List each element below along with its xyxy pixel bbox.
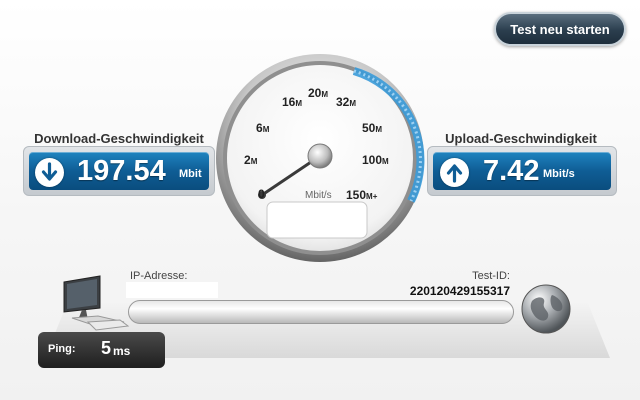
ip-address-label: IP-Adresse: — [130, 270, 188, 282]
connection-tube — [128, 300, 514, 324]
upload-speed-value: 7.42 — [483, 155, 540, 187]
gauge-tick-6m: 6M — [256, 121, 270, 135]
download-panel: 197.54 Mbit — [23, 146, 215, 196]
upload-title: Upload-Geschwindigkeit — [445, 131, 597, 146]
arrow-up-icon — [440, 158, 469, 187]
ping-box: Ping: 5 ms — [38, 332, 165, 368]
test-id-value: 220120429155317 — [409, 284, 510, 298]
test-id-label: Test-ID: — [472, 270, 510, 282]
computer-icon — [58, 272, 132, 334]
globe-icon — [520, 283, 572, 335]
gauge-tick-20m: 20M — [308, 86, 329, 100]
download-title: Download-Geschwindigkeit — [34, 131, 204, 146]
arrow-down-icon — [35, 158, 64, 187]
restart-test-button[interactable]: Test neu starten — [494, 12, 626, 46]
gauge-tick-50m: 50M — [362, 121, 383, 135]
upload-panel: 7.42 Mbit/s — [427, 146, 617, 196]
gauge-tick-0: 0 — [258, 187, 265, 201]
restart-test-label: Test neu starten — [510, 21, 610, 37]
ping-unit: ms — [113, 344, 131, 358]
gauge-tick-2m: 2M — [244, 153, 258, 167]
gauge-tick-100m: 100M — [362, 153, 389, 167]
ip-address-value — [126, 282, 218, 298]
upload-speed-unit: Mbit/s — [543, 168, 575, 180]
gauge-tick-150m: 150M+ — [346, 188, 378, 202]
gauge-unit-label: Mbit/s — [305, 190, 332, 201]
gauge-tick-32m: 32M — [336, 95, 357, 109]
download-speed-value: 197.54 — [77, 155, 166, 187]
ping-value: 5 — [101, 338, 112, 358]
download-speed-unit: Mbit — [179, 168, 202, 180]
ping-label: Ping: — [48, 343, 76, 355]
gauge-tick-16m: 16M — [282, 95, 303, 109]
